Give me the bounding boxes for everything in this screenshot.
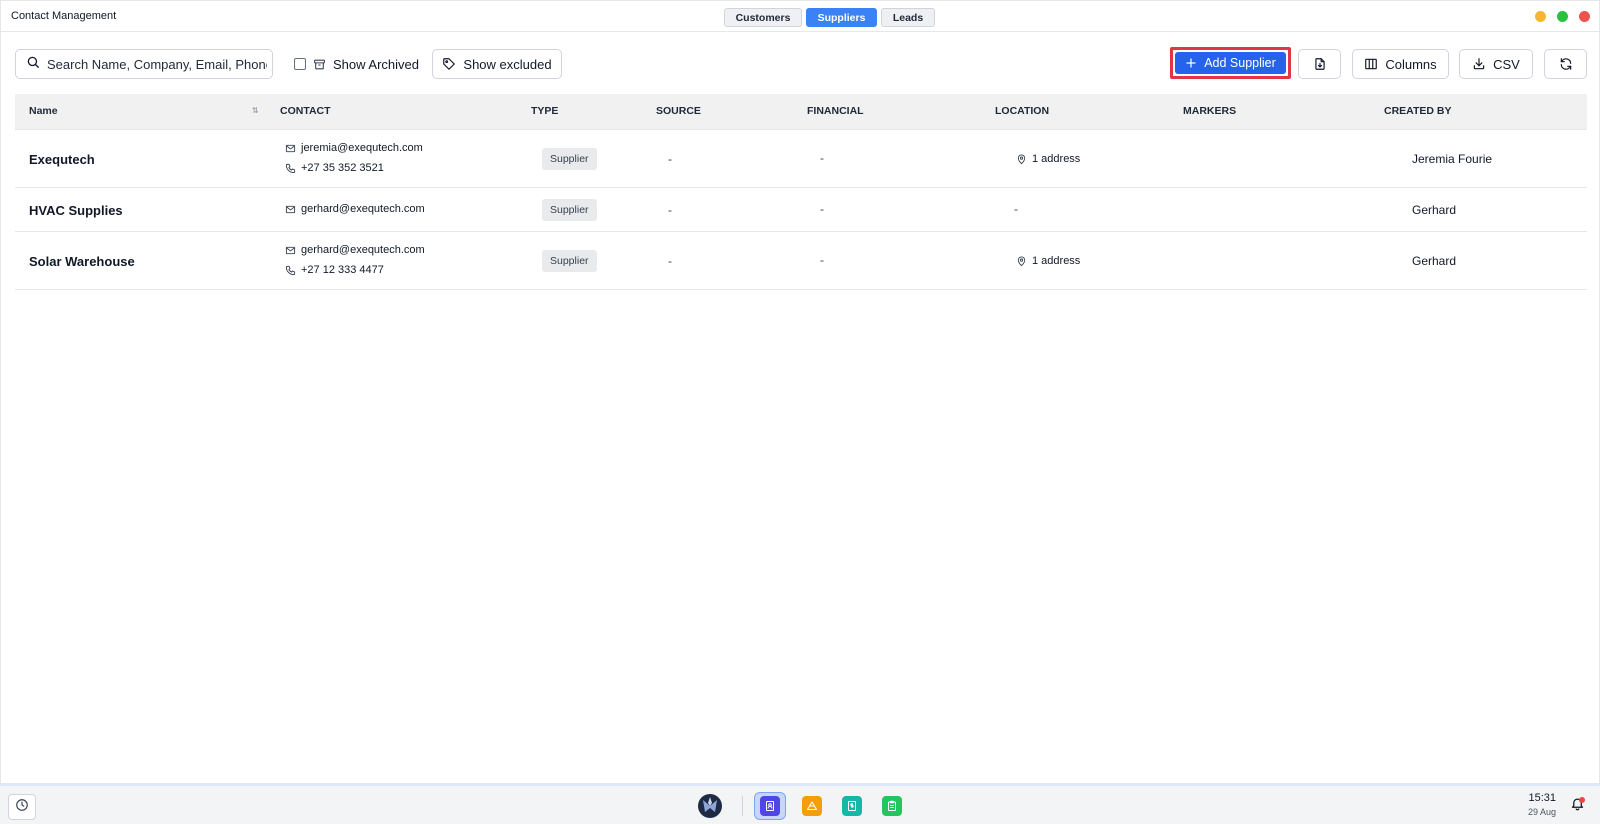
- tasks-app-icon: [882, 796, 902, 816]
- column-header-type: TYPE: [531, 105, 559, 117]
- tasks-app-button[interactable]: [876, 792, 908, 820]
- csv-label: CSV: [1493, 56, 1520, 72]
- show-archived-label: Show Archived: [333, 56, 419, 72]
- finance-app-button[interactable]: [836, 792, 868, 820]
- search-box: [15, 49, 273, 79]
- app-window: Contact Management Customers Suppliers L…: [0, 0, 1600, 784]
- map-pin-icon: [1016, 154, 1027, 165]
- tab-customers[interactable]: Customers: [724, 8, 802, 27]
- table-row[interactable]: Exequtech jeremia@exequtech.com +27 35 3…: [15, 130, 1587, 188]
- taskbar: 15:31 29 Aug: [0, 784, 1600, 824]
- table-row[interactable]: Solar Warehouse gerhard@exequtech.com +2…: [15, 232, 1587, 290]
- column-header-created-by: CREATED BY: [1384, 105, 1452, 117]
- plus-icon: [1185, 57, 1197, 69]
- refresh-icon: [1559, 57, 1573, 71]
- contact-email: gerhard@exequtech.com: [285, 244, 425, 256]
- columns-icon: [1364, 57, 1378, 71]
- location-value: 1 address: [1016, 255, 1080, 267]
- clock-date: 29 Aug: [1527, 807, 1556, 817]
- notification-dot: [1579, 797, 1585, 803]
- supplier-name: Solar Warehouse: [29, 254, 135, 269]
- finance-app-icon: [842, 796, 862, 816]
- search-input[interactable]: [47, 56, 267, 72]
- column-header-markers: MARKERS: [1183, 105, 1237, 117]
- contact-phone: +27 12 333 4477: [285, 264, 384, 276]
- title-bar: Contact Management Customers Suppliers L…: [1, 1, 1599, 32]
- notifications-button[interactable]: [1567, 796, 1587, 816]
- financial-value: -: [820, 253, 824, 267]
- source-value: -: [668, 203, 672, 217]
- financial-value: -: [820, 202, 824, 216]
- show-archived-checkbox[interactable]: [294, 58, 306, 70]
- projects-app-button[interactable]: [796, 792, 828, 820]
- contacts-app-icon: [760, 796, 780, 816]
- tab-suppliers[interactable]: Suppliers: [806, 8, 877, 27]
- maximize-button[interactable]: [1557, 11, 1568, 22]
- financial-value: -: [820, 151, 824, 165]
- search-icon: [26, 55, 40, 74]
- location-value: 1 address: [1016, 153, 1080, 165]
- contacts-app-button[interactable]: [754, 792, 786, 820]
- columns-label: Columns: [1385, 56, 1437, 72]
- map-pin-icon: [1016, 256, 1027, 267]
- taskbar-separator: [742, 796, 743, 816]
- file-import-icon: [1313, 57, 1327, 71]
- show-archived-toggle[interactable]: Show Archived: [294, 49, 419, 79]
- type-badge: Supplier: [542, 148, 597, 170]
- column-header-contact: CONTACT: [280, 105, 331, 117]
- table-row[interactable]: HVAC Supplies gerhard@exequtech.com Supp…: [15, 188, 1587, 232]
- type-badge: Supplier: [542, 250, 597, 272]
- mail-icon: [285, 143, 296, 154]
- add-supplier-button[interactable]: Add Supplier: [1175, 52, 1286, 74]
- phone-icon: [285, 265, 296, 276]
- launcher-logo-icon[interactable]: [696, 792, 724, 820]
- add-supplier-label: Add Supplier: [1204, 56, 1276, 70]
- module-tabs: Customers Suppliers Leads: [724, 8, 935, 27]
- window-controls: [1535, 11, 1590, 22]
- show-excluded-button[interactable]: Show excluded: [432, 49, 562, 79]
- column-header-location: LOCATION: [995, 105, 1050, 117]
- created-by-value: Gerhard: [1412, 254, 1457, 268]
- refresh-button[interactable]: [1544, 49, 1587, 79]
- toolbar: Show Archived Show excluded Add Supplier: [15, 47, 1587, 79]
- contact-phone: +27 35 352 3521: [285, 162, 384, 174]
- columns-button[interactable]: Columns: [1352, 49, 1449, 79]
- mail-icon: [285, 204, 296, 215]
- suppliers-table: Name ⇅ CONTACT TYPE SOURCE FINANCIAL LOC…: [15, 94, 1587, 290]
- contact-email: gerhard@exequtech.com: [285, 203, 425, 215]
- sort-icon[interactable]: ⇅: [252, 106, 259, 115]
- minimize-button[interactable]: [1535, 11, 1546, 22]
- download-icon: [1472, 57, 1486, 71]
- clock-icon: [15, 798, 29, 817]
- clock-time: 15:31: [1528, 792, 1556, 804]
- mail-icon: [285, 245, 296, 256]
- app-title: Contact Management: [11, 10, 117, 22]
- source-value: -: [668, 254, 672, 268]
- source-value: -: [668, 152, 672, 166]
- column-header-source: SOURCE: [656, 105, 701, 117]
- contact-email: jeremia@exequtech.com: [285, 142, 423, 154]
- csv-export-button[interactable]: CSV: [1459, 49, 1533, 79]
- supplier-name: HVAC Supplies: [29, 203, 123, 218]
- location-value: -: [1014, 202, 1018, 216]
- column-header-name[interactable]: Name: [29, 105, 58, 117]
- created-by-value: Gerhard: [1412, 203, 1457, 217]
- archive-icon: [313, 58, 326, 71]
- show-excluded-label: Show excluded: [463, 56, 552, 72]
- type-badge: Supplier: [542, 199, 597, 221]
- tag-icon: [442, 57, 456, 71]
- column-header-financial: FINANCIAL: [807, 105, 864, 117]
- projects-app-icon: [802, 796, 822, 816]
- phone-icon: [285, 163, 296, 174]
- created-by-value: Jeremia Fourie: [1412, 152, 1493, 166]
- add-supplier-highlight: Add Supplier: [1170, 47, 1291, 79]
- history-button[interactable]: [8, 794, 36, 820]
- close-button[interactable]: [1579, 11, 1590, 22]
- table-header: Name ⇅ CONTACT TYPE SOURCE FINANCIAL LOC…: [15, 94, 1587, 130]
- tab-leads[interactable]: Leads: [881, 8, 935, 27]
- supplier-name: Exequtech: [29, 152, 95, 167]
- import-button[interactable]: [1298, 49, 1341, 79]
